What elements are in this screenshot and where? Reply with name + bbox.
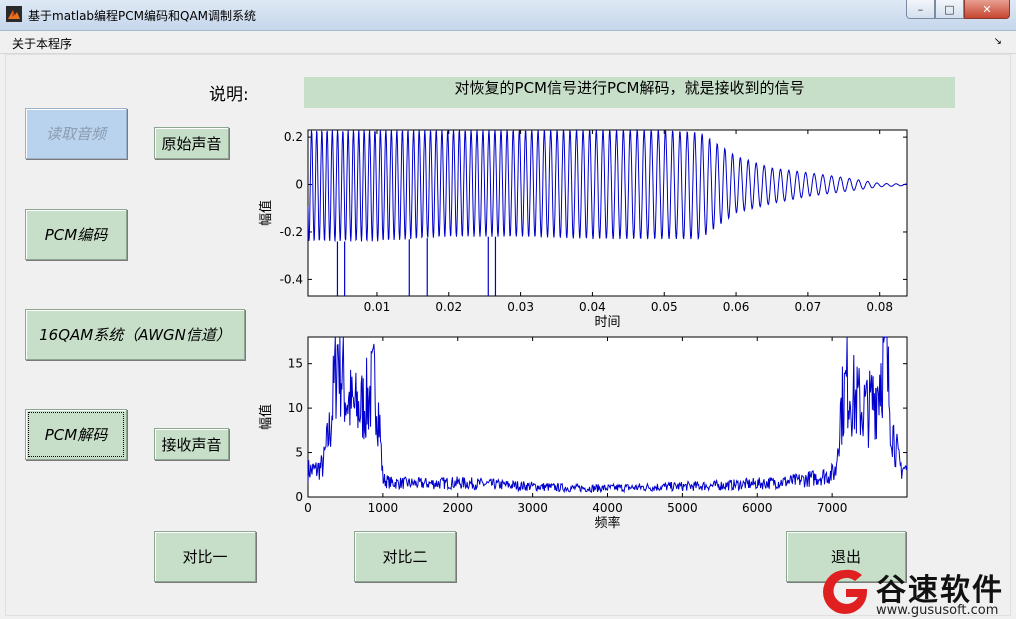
time-chart-x-tick-label: 0.02	[435, 300, 462, 314]
maximize-button[interactable]: □	[935, 0, 964, 19]
time-chart-x-tick-label: 0.08	[866, 300, 893, 314]
spectrum-chart-x-tick-label: 6000	[742, 501, 773, 515]
description-text: 对恢复的PCM信号进行PCM解码，就是接收到的信号	[304, 77, 955, 108]
time-chart-y-tick-label: 0.2	[284, 130, 303, 144]
minimize-button[interactable]: –	[906, 0, 935, 19]
description-label: 说明:	[209, 85, 249, 105]
close-button[interactable]: ✕	[964, 0, 1010, 19]
receive-sound-button[interactable]: 接收声音	[154, 428, 229, 460]
spectrum-chart-x-tick-label: 2000	[442, 501, 473, 515]
compare-one-button[interactable]: 对比一	[154, 531, 256, 582]
time-chart-x-axis-label: 时间	[594, 315, 620, 330]
spectrum-chart-y-tick-label: 5	[295, 446, 303, 460]
title-bar: 基于matlab编程PCM编码和QAM调制系统 – □ ✕	[0, 0, 1016, 31]
watermark-url: www.gususoft.com	[876, 603, 999, 618]
spectrum-chart-y-tick-label: 10	[288, 401, 303, 415]
frequency-spectrum-chart: 0 1000 2000 3000 4000 5000 6000 7000 15 10 5 0 频率 幅值	[258, 336, 908, 531]
spectrum-chart-x-tick-label: 0	[304, 501, 312, 515]
window-controls: – □ ✕	[906, 0, 1010, 20]
time-chart-x-tick-label: 0.03	[507, 300, 534, 314]
original-sound-button[interactable]: 原始声音	[154, 127, 229, 159]
time-chart-y-axis-label: 幅值	[258, 200, 274, 226]
time-chart-y-tick-label: 0	[295, 178, 303, 192]
window-title: 基于matlab编程PCM编码和QAM调制系统	[28, 9, 257, 23]
spectrum-chart-x-tick-label: 7000	[817, 501, 848, 515]
time-chart-x-tick-label: 0.07	[795, 300, 822, 314]
qam-system-button[interactable]: 16QAM系统（AWGN信道）	[25, 309, 245, 360]
toolbar-toggle-icon[interactable]: ↘	[994, 36, 1002, 47]
time-chart-y-tick-label: -0.4	[280, 272, 303, 286]
compare-two-button[interactable]: 对比二	[354, 531, 456, 582]
pcm-encode-button[interactable]: PCM编码	[25, 209, 127, 260]
matlab-icon	[6, 6, 22, 22]
spectrum-chart-y-tick-label: 0	[295, 490, 303, 504]
spectrum-chart-y-tick-label: 15	[288, 357, 303, 371]
pcm-decode-button[interactable]: PCM解码	[25, 409, 127, 460]
time-chart-x-tick-label: 0.04	[579, 300, 606, 314]
menu-about[interactable]: 关于本程序	[12, 35, 72, 52]
time-chart-x-tick-label: 0.01	[364, 300, 391, 314]
spectrum-chart-x-tick-label: 4000	[592, 501, 623, 515]
spectrum-chart-x-axis-label: 频率	[594, 515, 620, 531]
spectrum-chart-x-tick-label: 3000	[517, 501, 548, 515]
spectrum-chart-x-tick-label: 5000	[667, 501, 698, 515]
time-chart-x-tick-label: 0.05	[651, 300, 678, 314]
spectrum-chart-y-axis-label: 幅值	[258, 404, 274, 430]
time-domain-chart: 0.01 0.02 0.03 0.04 0.05 0.06 0.07 0.08 0.2 0 -0.2…	[258, 128, 908, 330]
time-chart-x-tick-label: 0.06	[723, 300, 750, 314]
menu-bar: 关于本程序 ↘	[0, 31, 1016, 54]
spectrum-chart-plot-area	[307, 336, 908, 498]
read-audio-button[interactable]: 读取音频	[25, 108, 127, 159]
watermark: 谷速软件 www.gususoft.com	[818, 565, 1016, 619]
time-chart-y-tick-label: -0.2	[280, 225, 303, 239]
spectrum-chart-x-tick-label: 1000	[368, 501, 399, 515]
gusu-logo-icon	[823, 569, 867, 614]
